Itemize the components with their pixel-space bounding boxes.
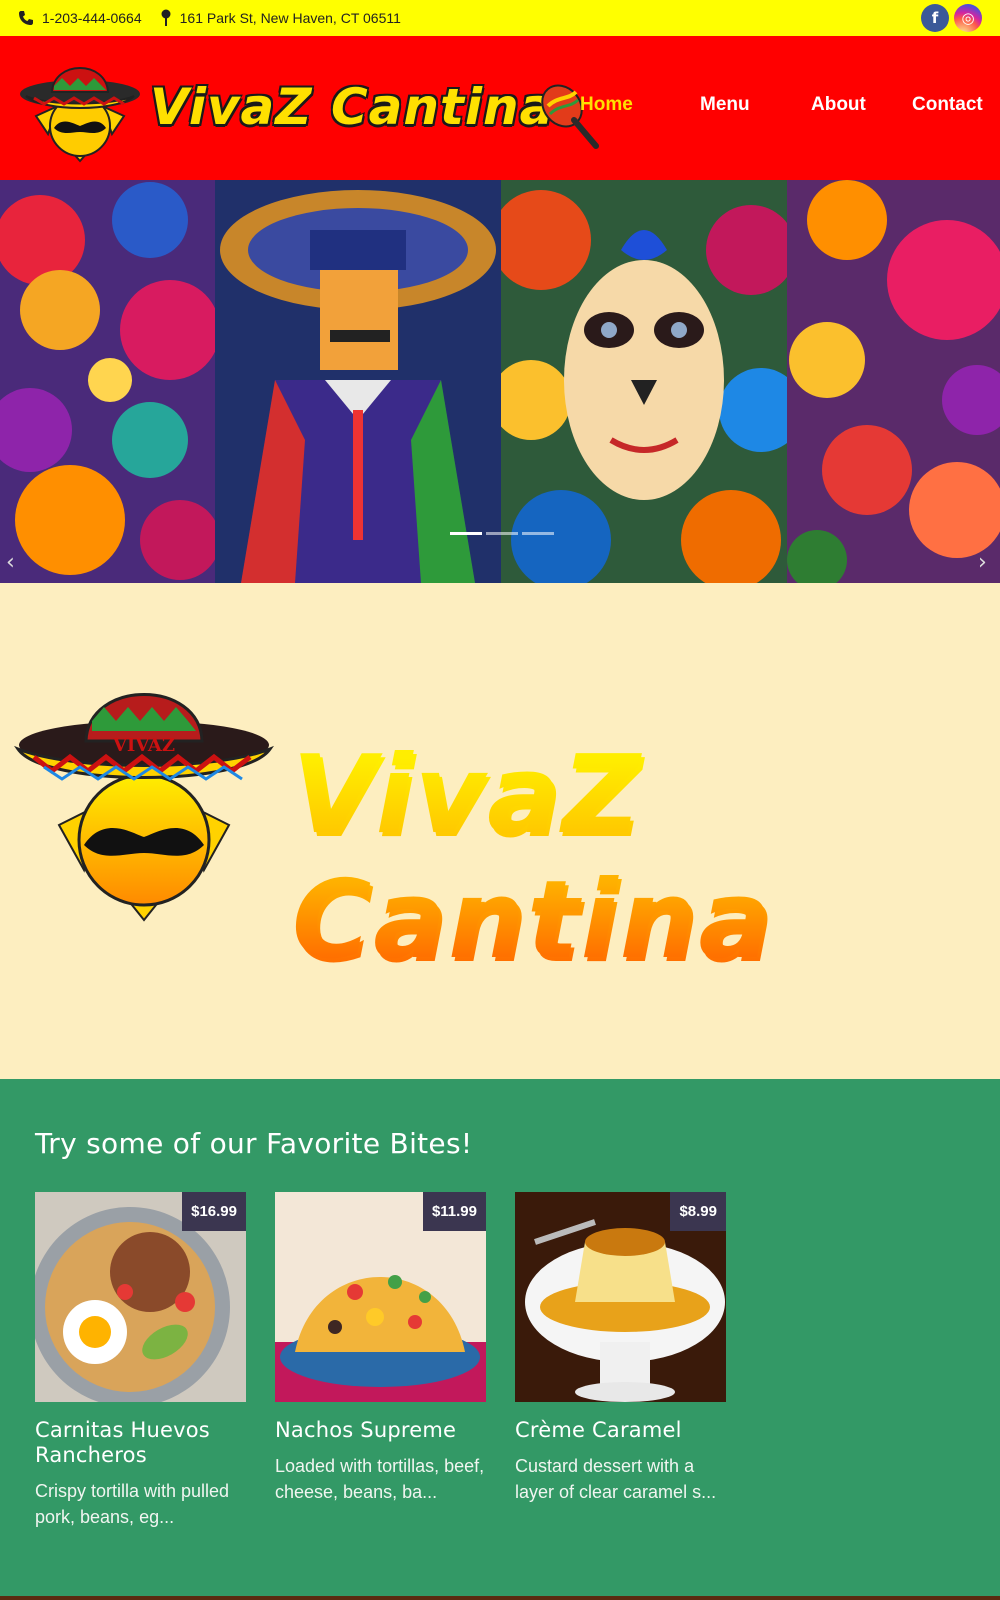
slide-portrait-mural — [215, 180, 501, 583]
phone-number[interactable]: 1-203-444-0664 — [42, 10, 142, 26]
slider-next-arrow-icon[interactable]: › — [978, 550, 998, 575]
facebook-icon[interactable]: f — [921, 4, 949, 32]
main-nav: Home Menu About Contact — [0, 36, 1000, 180]
menu-card[interactable]: $8.99 Crème Caramel Custard dessert with… — [515, 1192, 726, 1505]
site-header: VivaZ Cantina Home Menu About Contact — [0, 36, 1000, 180]
map-pin-icon — [161, 9, 171, 26]
phone-contact[interactable]: 1-203-444-0664 — [18, 10, 142, 26]
favorites-heading: Try some of our Favorite Bites! — [35, 1127, 473, 1160]
slide-flower-mural-right — [787, 180, 1000, 583]
hero-image-slider[interactable]: ‹ › — [0, 180, 1000, 583]
dish-name[interactable]: Crème Caramel — [515, 1418, 726, 1443]
price-tag: $11.99 — [422, 1192, 486, 1231]
price-tag: $16.99 — [182, 1192, 246, 1231]
nav-about[interactable]: About — [811, 94, 866, 116]
slider-dot-1[interactable] — [450, 532, 482, 535]
brand-showcase: VIVAZ VivaZ Cantina VivaZ Cantina — [0, 583, 1000, 1079]
favorites-section: Try some of our Favorite Bites! $16.99 C… — [0, 1079, 1000, 1600]
phone-icon — [19, 11, 33, 25]
slider-prev-arrow-icon[interactable]: ‹ — [6, 550, 26, 575]
slider-pagination — [450, 532, 554, 535]
slider-dot-2[interactable] — [486, 532, 518, 535]
nav-contact[interactable]: Contact — [912, 94, 983, 116]
sombrero-logo-large-icon: VIVAZ — [14, 693, 274, 922]
instagram-icon[interactable]: ◎ — [954, 4, 982, 32]
menu-card[interactable]: $11.99 Nachos Supreme Loaded with tortil… — [275, 1192, 486, 1505]
dish-name[interactable]: Nachos Supreme — [275, 1418, 486, 1443]
slider-dot-3[interactable] — [522, 532, 554, 535]
address-contact[interactable]: 161 Park St, New Haven, CT 06511 — [160, 9, 401, 27]
maraca-icon — [541, 84, 599, 149]
nav-menu[interactable]: Menu — [700, 94, 750, 116]
dish-description: Loaded with tortillas, beef, cheese, bea… — [275, 1456, 485, 1502]
dish-photo-huevos-rancheros[interactable]: $16.99 — [35, 1192, 246, 1402]
price-tag: $8.99 — [670, 1192, 726, 1231]
nav-home[interactable]: Home — [580, 94, 633, 116]
menu-card[interactable]: $16.99 Carnitas Huevos Rancheros Crispy … — [35, 1192, 246, 1530]
dish-photo-creme-caramel[interactable]: $8.99 — [515, 1192, 726, 1402]
top-contact-bar: 1-203-444-0664 161 Park St, New Haven, C… — [0, 0, 1000, 36]
dish-description: Crispy tortilla with pulled pork, beans,… — [35, 1481, 230, 1527]
brand-wordmark: VivaZ Cantina — [292, 733, 1000, 983]
hat-band-text: VIVAZ — [112, 735, 175, 756]
dish-description: Custard dessert with a layer of clear ca… — [515, 1456, 717, 1502]
footer-edge — [0, 1596, 1000, 1600]
dish-name[interactable]: Carnitas Huevos Rancheros — [35, 1418, 246, 1468]
slide-flower-mural — [0, 180, 215, 583]
slide-catrina-mural — [501, 180, 787, 583]
dish-photo-nachos[interactable]: $11.99 — [275, 1192, 486, 1402]
address-text[interactable]: 161 Park St, New Haven, CT 06511 — [180, 10, 401, 26]
social-links: f ◎ — [921, 4, 982, 32]
